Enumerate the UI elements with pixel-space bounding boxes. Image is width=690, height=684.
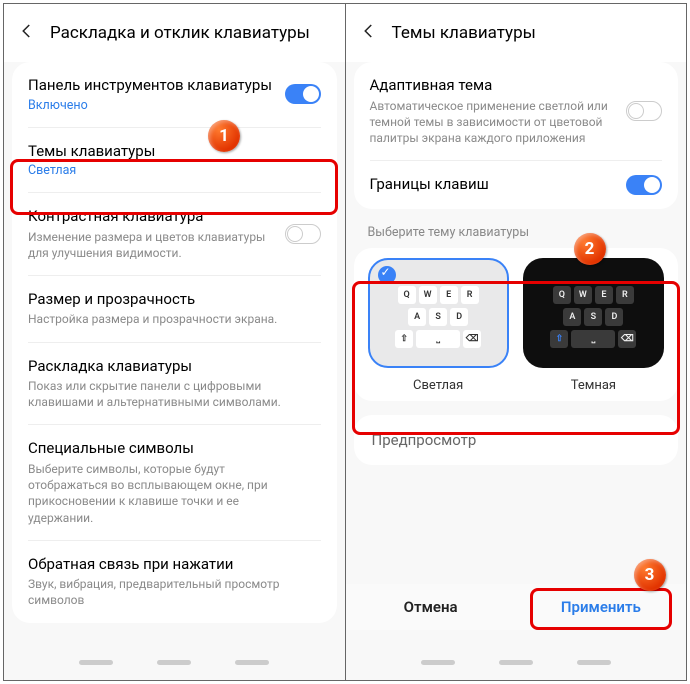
page-title: Раскладка и отклик клавиатуры — [50, 23, 310, 43]
toolbar-toggle[interactable] — [285, 84, 321, 104]
theme-picker: QWER ASD ⇧⎵⌫ Светлая QWER ASD ⇧⎵⌫ Темная — [354, 248, 679, 401]
row-state: Включено — [28, 98, 321, 113]
nav-home-icon[interactable] — [157, 660, 191, 665]
row-sub: Звук, вибрация, предварительный просмотр… — [28, 576, 288, 608]
bottom-bar: Отмена Применить — [346, 584, 687, 630]
callout-3: 3 — [634, 559, 666, 591]
row-toolbar[interactable]: Панель инструментов клавиатуры Включено — [12, 62, 337, 127]
keyboard-preview-light: QWER ASD ⇧⎵⌫ — [368, 258, 509, 368]
header-left: Раскладка и отклик клавиатуры — [4, 4, 345, 62]
row-borders[interactable]: Границы клавиш — [354, 161, 679, 209]
callout-2: 2 — [574, 233, 606, 265]
row-preview[interactable]: Предпросмотр — [354, 415, 679, 465]
back-icon[interactable] — [360, 22, 378, 44]
theme-light-option[interactable]: QWER ASD ⇧⎵⌫ Светлая — [368, 258, 509, 393]
row-title: Обратная связь при нажатии — [28, 555, 321, 575]
row-title: Специальные символы — [28, 439, 321, 459]
row-sub: Настройка размера и прозрачности экрана. — [28, 311, 288, 327]
back-icon[interactable] — [18, 22, 36, 44]
apply-button[interactable]: Применить — [516, 584, 686, 630]
row-title: Раскладка клавиатуры — [28, 357, 321, 377]
row-sub: Показ или скрытие панели с цифровыми кла… — [28, 378, 288, 410]
row-title: Контрастная клавиатура — [28, 207, 321, 227]
theme-label: Светлая — [368, 378, 509, 393]
row-layout[interactable]: Раскладка клавиатуры Показ или скрытие п… — [12, 343, 337, 425]
nav-home-icon[interactable] — [499, 660, 533, 665]
row-title: Адаптивная тема — [370, 76, 663, 96]
row-title: Темы клавиатуры — [28, 142, 321, 162]
screen-left: Раскладка и отклик клавиатуры Панель инс… — [4, 4, 345, 680]
row-title: Панель инструментов клавиатуры — [28, 76, 321, 96]
row-sub: Автоматическое применение светлой или те… — [370, 98, 630, 147]
nav-bar — [346, 644, 687, 680]
row-symbols[interactable]: Специальные символы Выберите символы, ко… — [12, 425, 337, 539]
row-contrast[interactable]: Контрастная клавиатура Изменение размера… — [12, 193, 337, 275]
section-label: Выберите тему клавиатуры — [346, 221, 687, 248]
row-value: Светлая — [28, 163, 321, 178]
row-sub: Выберите символы, которые будут отобража… — [28, 461, 288, 526]
theme-dark-option[interactable]: QWER ASD ⇧⎵⌫ Темная — [523, 258, 664, 393]
nav-back-icon[interactable] — [577, 660, 611, 665]
borders-toggle[interactable] — [626, 175, 662, 195]
nav-recent-icon[interactable] — [79, 660, 113, 665]
cancel-button[interactable]: Отмена — [346, 584, 516, 630]
callout-1: 1 — [208, 120, 240, 152]
row-size[interactable]: Размер и прозрачность Настройка размера … — [12, 276, 337, 342]
nav-back-icon[interactable] — [235, 660, 269, 665]
nav-recent-icon[interactable] — [421, 660, 455, 665]
row-feedback[interactable]: Обратная связь при нажатии Звук, вибраци… — [12, 541, 337, 623]
check-icon — [378, 266, 396, 284]
row-themes[interactable]: Темы клавиатуры Светлая — [12, 128, 337, 193]
page-title: Темы клавиатуры — [392, 23, 536, 43]
contrast-toggle[interactable] — [285, 224, 321, 244]
adaptive-toggle[interactable] — [626, 101, 662, 121]
keyboard-preview-dark: QWER ASD ⇧⎵⌫ — [523, 258, 664, 368]
header-right: Темы клавиатуры — [346, 4, 687, 62]
row-title: Границы клавиш — [370, 175, 663, 195]
row-sub: Изменение размера и цветов клавиатуры дл… — [28, 229, 288, 261]
nav-bar — [4, 644, 345, 680]
screen-right: Темы клавиатуры Адаптивная тема Автомати… — [345, 4, 687, 680]
row-title: Размер и прозрачность — [28, 290, 321, 310]
row-adaptive[interactable]: Адаптивная тема Автоматическое применени… — [354, 62, 679, 160]
theme-label: Темная — [523, 378, 664, 393]
